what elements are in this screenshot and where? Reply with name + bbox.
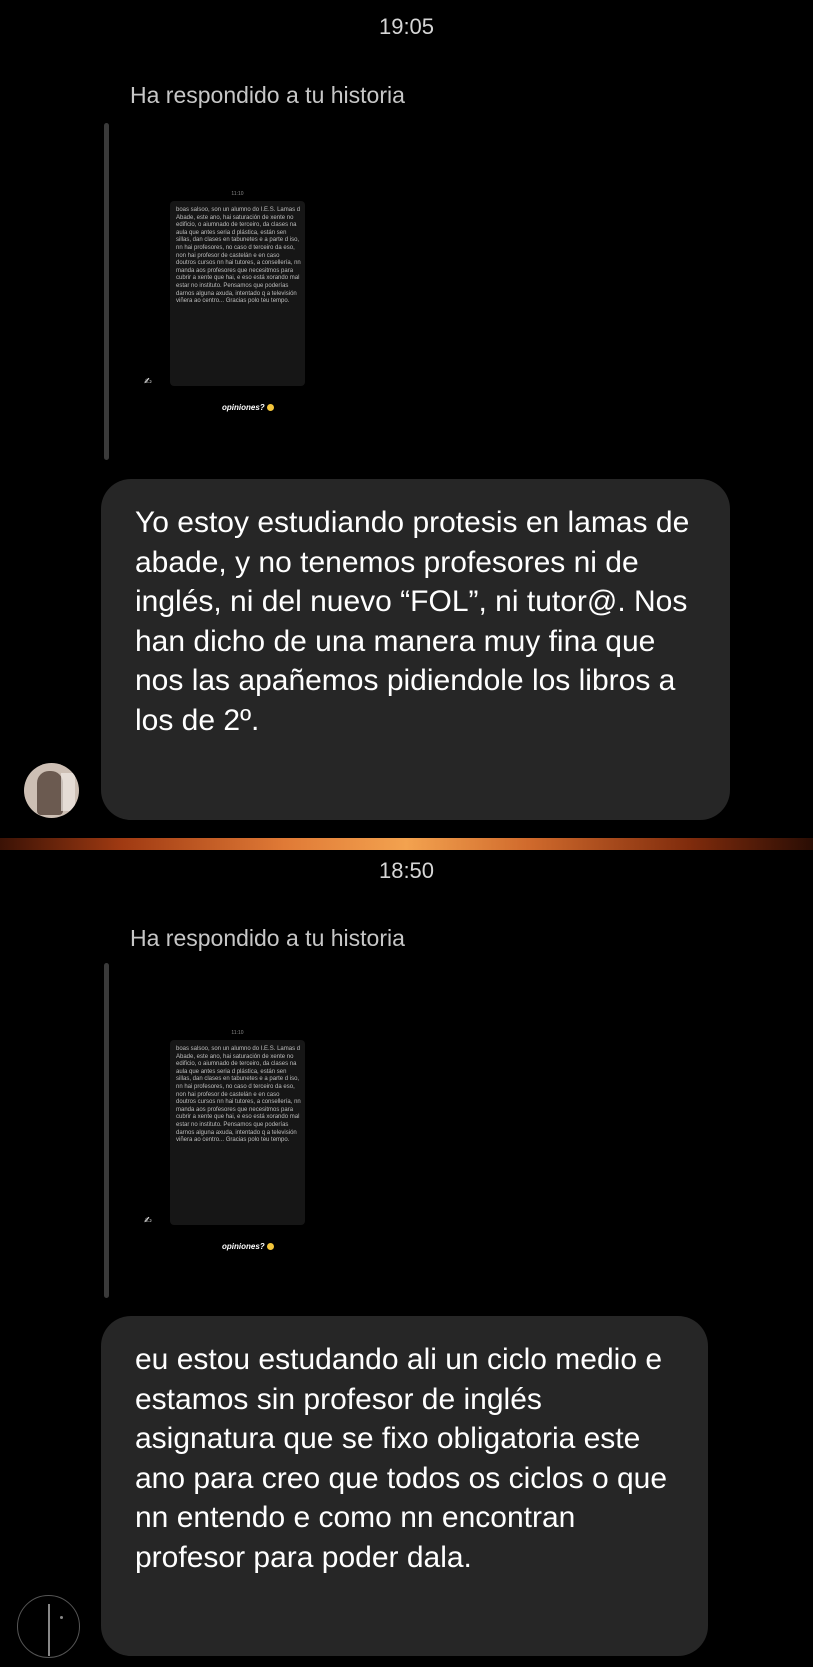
story-opinion-text: opiniones? — [222, 1242, 265, 1251]
story-card: 11:10 boas salsoo, son un alumno do I.E.… — [170, 1030, 305, 1225]
story-preview[interactable]: 11:10 boas salsoo, son un alumno do I.E.… — [140, 186, 310, 416]
smile-emoji-icon — [266, 1243, 274, 1251]
story-reply-label: Ha respondido a tu historia — [130, 925, 405, 951]
smile-emoji-icon — [266, 404, 274, 412]
story-preview[interactable]: 11:10 boas salsoo, son un alumno do I.E.… — [140, 1025, 310, 1255]
avatar-line — [48, 1604, 50, 1656]
avatar[interactable] — [24, 763, 79, 818]
hand-emoji-icon: ✍ — [144, 376, 152, 386]
story-reply-bar — [104, 123, 109, 460]
story-opinion-text: opiniones? — [222, 403, 265, 412]
screenshot-divider — [0, 838, 813, 850]
story-opinion: opiniones? — [222, 403, 274, 412]
timestamp: 18:50 — [378, 858, 435, 883]
story-reply-bar — [104, 963, 109, 1298]
story-text: boas salsoo, son un alumno do I.E.S. Lam… — [176, 1046, 301, 1144]
message-bubble[interactable]: eu estou estudando ali un ciclo medio e … — [101, 1316, 708, 1656]
avatar-photo-figure — [37, 771, 63, 815]
conversation-2: 18:50 Ha respondido a tu historia 11:10 … — [0, 850, 813, 1667]
hand-emoji-icon: ✍ — [144, 1215, 152, 1225]
avatar[interactable] — [17, 1595, 80, 1658]
message-bubble[interactable]: Yo estoy estudiando protesis en lamas de… — [101, 479, 730, 820]
story-time: 11:10 — [231, 1030, 244, 1036]
avatar-photo-light — [61, 773, 75, 811]
story-card: 11:10 boas salsoo, son un alumno do I.E.… — [170, 191, 305, 386]
story-opinion: opiniones? — [222, 1242, 274, 1251]
story-time: 11:10 — [231, 191, 244, 197]
story-reply-label: Ha respondido a tu historia — [130, 82, 405, 108]
timestamp: 19:05 — [378, 14, 435, 39]
story-text: boas salsoo, son un alumno do I.E.S. Lam… — [176, 207, 301, 305]
avatar-dot — [60, 1616, 63, 1619]
conversation-1: 19:05 Ha respondido a tu historia 11:10 … — [0, 0, 813, 838]
